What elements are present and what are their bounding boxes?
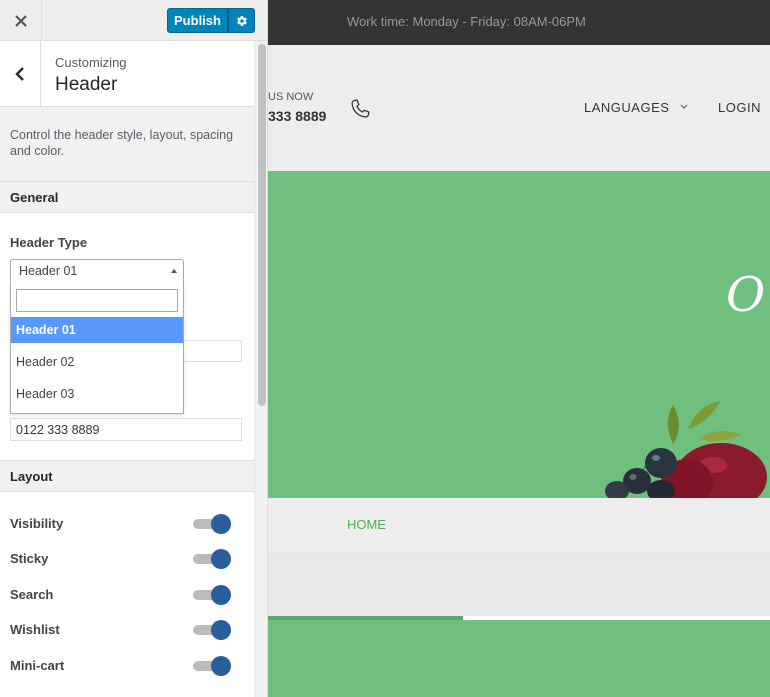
dropdown-option-header-01[interactable]: Header 01 (11, 317, 183, 343)
caret-up-icon (171, 269, 177, 273)
mini-cart-toggle[interactable] (193, 656, 231, 676)
hero-banner: O (268, 171, 770, 498)
sticky-label: Sticky (10, 551, 49, 566)
nav-home-link[interactable]: HOME (347, 517, 386, 532)
hero-script-text: O (726, 267, 766, 323)
customizer-panel: Publish Customizing Header Control the h… (0, 0, 268, 697)
wishlist-label: Wishlist (10, 622, 60, 637)
search-label: Search (10, 587, 54, 602)
visibility-label: Visibility (10, 516, 64, 531)
worktime-text: Work time: Monday - Friday: 08AM-06PM (347, 14, 586, 29)
close-icon (14, 14, 27, 27)
general-controls: Header Type Header 01 Header 01 Header 0… (0, 213, 254, 461)
layout-controls: Visibility Sticky Search Wishlist Mini-c… (0, 492, 254, 697)
section-description: Control the header style, layout, spacin… (0, 107, 254, 182)
panel-scrollbar-thumb[interactable] (258, 44, 266, 406)
sticky-toggle-row: Sticky (0, 541, 254, 577)
section-title: Header (55, 74, 118, 95)
section-header: Customizing Header (0, 41, 254, 107)
header-type-dropdown: Header 01 Header 02 Header 03 (10, 283, 184, 414)
visibility-toggle-row: Visibility (0, 506, 254, 542)
customizer-content: Customizing Header Control the header st… (0, 41, 254, 697)
back-button[interactable] (0, 41, 41, 107)
publish-settings-button[interactable] (228, 8, 255, 33)
general-heading: General (0, 182, 254, 213)
dropdown-option-header-03[interactable]: Header 03 (11, 381, 183, 407)
visibility-toggle[interactable] (193, 514, 231, 534)
chevron-down-icon (680, 104, 687, 109)
close-customizer-button[interactable] (0, 0, 42, 41)
languages-menu[interactable]: LANGUAGES (584, 100, 688, 115)
header-type-label: Header Type (10, 235, 88, 250)
content-band (268, 553, 770, 616)
panel-scrollbar[interactable] (254, 41, 267, 697)
mini-cart-toggle-row: Mini-cart (0, 648, 254, 684)
site-nav: HOME (268, 498, 770, 553)
site-header: US NOW 333 8889 LANGUAGES LOGIN (268, 45, 770, 171)
call-us-label: US NOW (268, 91, 314, 103)
gear-icon (236, 15, 247, 26)
site-preview: Work time: Monday - Friday: 08AM-06PM US… (268, 0, 770, 697)
dropdown-option-header-02[interactable]: Header 02 (11, 349, 183, 375)
wishlist-toggle-row: Wishlist (0, 612, 254, 648)
call-number: 333 8889 (268, 108, 327, 124)
languages-label: LANGUAGES (584, 100, 670, 115)
topbar: Work time: Monday - Friday: 08AM-06PM (268, 0, 770, 45)
lower-section (268, 620, 770, 697)
customizing-label: Customizing (55, 55, 127, 70)
login-link[interactable]: LOGIN (718, 100, 761, 115)
header-type-select[interactable]: Header 01 (10, 259, 184, 284)
phone-icon (351, 99, 370, 118)
wishlist-toggle[interactable] (193, 620, 231, 640)
layout-heading: Layout (0, 461, 254, 492)
dropdown-search-input[interactable] (16, 289, 178, 312)
publish-button[interactable]: Publish (167, 8, 228, 33)
phone-number-input[interactable] (10, 418, 242, 441)
sticky-toggle[interactable] (193, 549, 231, 569)
customizer-topbar: Publish (0, 0, 267, 41)
header-type-selected-value: Header 01 (19, 264, 78, 278)
chevron-left-icon (15, 67, 24, 81)
search-toggle[interactable] (193, 585, 231, 605)
mini-cart-label: Mini-cart (10, 658, 65, 673)
search-toggle-row: Search (0, 577, 254, 613)
fruit-illustration (605, 401, 767, 498)
